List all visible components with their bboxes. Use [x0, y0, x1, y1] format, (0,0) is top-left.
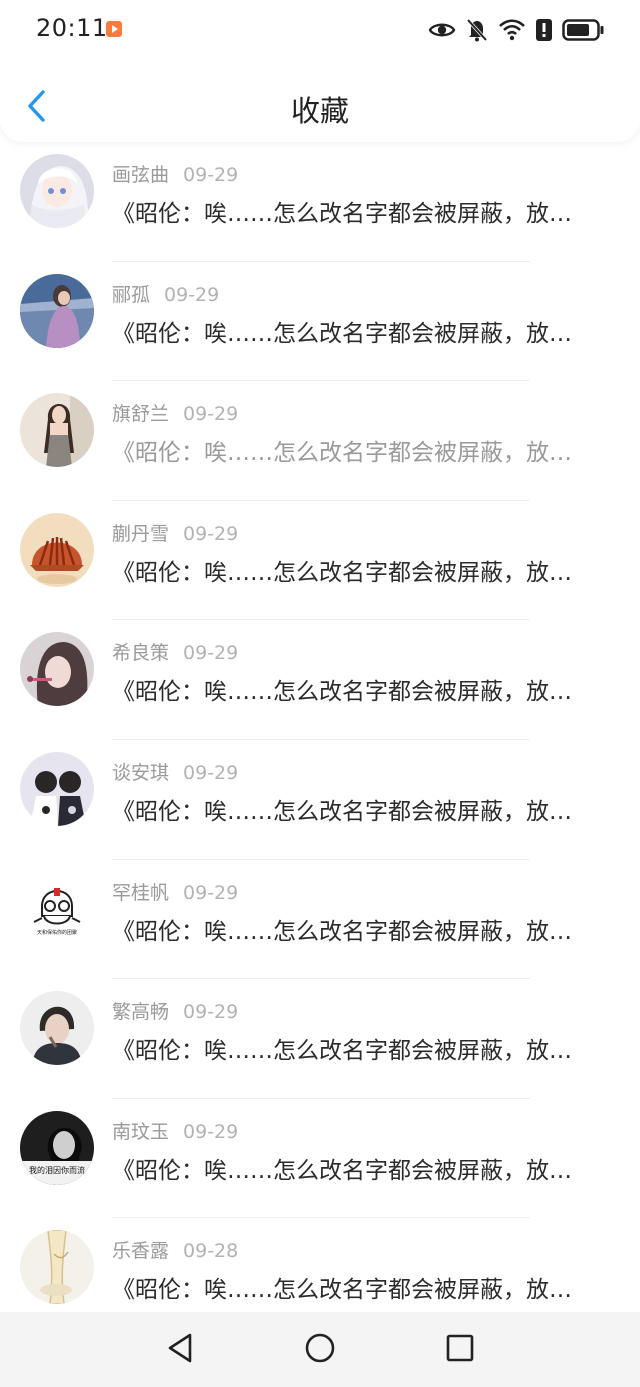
item-date: 09-29 [164, 283, 220, 306]
item-name: 罕桂帆 [112, 881, 170, 904]
wifi-icon [498, 19, 526, 41]
item-meta: 南玟玉 09-29 [112, 1117, 238, 1144]
eye-icon [428, 20, 456, 40]
item-text: 《昭伦：唉……怎么改名字都会被屏蔽，放… [112, 1277, 572, 1304]
list-item[interactable]: 我的泪因你而流 南玟玉 09-29 《昭伦：唉……怎么改名字都会被屏蔽，放… [0, 1099, 640, 1219]
battery-icon [562, 19, 604, 41]
system-recents-button[interactable] [440, 1330, 480, 1370]
item-meta: 画弦曲 09-29 [112, 160, 238, 187]
mute-icon [466, 18, 488, 42]
item-date: 09-29 [183, 761, 239, 784]
top-bar: 20:11 收藏 [0, 0, 640, 142]
status-time: 20:11 [36, 14, 108, 42]
item-meta: 希良策 09-29 [112, 638, 238, 665]
avatar[interactable] [20, 393, 94, 468]
list-item[interactable]: 画弦曲 09-29 《昭伦：唉……怎么改名字都会被屏蔽，放… [0, 142, 640, 262]
list-item[interactable]: 郦孤 09-29 《昭伦：唉……怎么改名字都会被屏蔽，放… [0, 262, 640, 382]
item-text: 《昭伦：唉……怎么改名字都会被屏蔽，放… [112, 559, 572, 586]
avatar[interactable] [20, 632, 94, 707]
list-item[interactable]: 乐香露 09-28 《昭伦：唉……怎么改名字都会被屏蔽，放… [0, 1218, 640, 1312]
status-icons [428, 16, 604, 44]
back-triangle-icon [165, 1332, 195, 1368]
list-item[interactable]: 谈安琪 09-29 《昭伦：唉……怎么改名字都会被屏蔽，放… [0, 740, 640, 860]
item-name: 乐香露 [112, 1240, 170, 1263]
page-title: 收藏 [290, 94, 349, 128]
system-home-button[interactable] [300, 1330, 340, 1370]
avatar-caption: 天和保佑你的团聚 [37, 929, 77, 936]
item-text: 《昭伦：唉……怎么改名字都会被屏蔽，放… [112, 679, 572, 706]
item-text: 《昭伦：唉……怎么改名字都会被屏蔽，放… [112, 1157, 572, 1184]
app-notification-icon [105, 20, 123, 38]
alert-icon [536, 19, 552, 41]
item-name: 画弦曲 [112, 164, 170, 186]
status-bar: 20:11 [0, 0, 640, 60]
item-meta: 旗舒兰 09-29 [112, 399, 238, 426]
avatar-caption: 我的泪因你而流 [29, 1165, 85, 1175]
item-text: 《昭伦：唉……怎么改名字都会被屏蔽，放… [112, 798, 572, 825]
item-date: 09-29 [183, 164, 239, 186]
list-item[interactable]: 天和保佑你的团聚 罕桂帆 09-29 《昭伦：唉……怎么改名字都会被屏蔽，放… [0, 860, 640, 980]
item-date: 09-29 [183, 1001, 239, 1024]
avatar[interactable] [20, 273, 94, 348]
avatar[interactable] [20, 751, 94, 826]
favorites-list: 画弦曲 09-29 《昭伦：唉……怎么改名字都会被屏蔽，放… 郦孤 09-29 《昭… [0, 142, 640, 1312]
item-date: 09-28 [183, 1240, 239, 1263]
item-text: 《昭伦：唉……怎么改名字都会被屏蔽，放… [112, 1038, 572, 1065]
avatar[interactable] [20, 512, 94, 587]
avatar[interactable]: 我的泪因你而流 [20, 1110, 94, 1185]
avatar[interactable] [20, 1230, 94, 1305]
item-name: 蒯丹雪 [112, 522, 170, 545]
list-item[interactable]: 繁高畅 09-29 《昭伦：唉……怎么改名字都会被屏蔽，放… [0, 979, 640, 1099]
item-name: 希良策 [112, 642, 170, 665]
avatar[interactable] [20, 991, 94, 1066]
system-back-button[interactable] [160, 1330, 200, 1370]
item-date: 09-29 [183, 881, 239, 904]
item-date: 09-29 [183, 522, 239, 545]
navigation-bar: 收藏 [0, 78, 640, 138]
list-item[interactable]: 希良策 09-29 《昭伦：唉……怎么改名字都会被屏蔽，放… [0, 620, 640, 740]
item-date: 09-29 [183, 642, 239, 665]
item-name: 郦孤 [112, 283, 151, 306]
avatar[interactable]: 天和保佑你的团聚 [20, 871, 94, 946]
item-meta: 郦孤 09-29 [112, 280, 219, 307]
list-item[interactable]: 蒯丹雪 09-29 《昭伦：唉……怎么改名字都会被屏蔽，放… [0, 501, 640, 621]
item-text: 《昭伦：唉……怎么改名字都会被屏蔽，放… [112, 201, 572, 227]
item-meta: 蒯丹雪 09-29 [112, 519, 238, 546]
item-meta: 乐香露 09-28 [112, 1236, 238, 1263]
avatar[interactable] [20, 154, 94, 228]
item-name: 南玟玉 [112, 1120, 170, 1143]
item-date: 09-29 [183, 1120, 239, 1143]
list-item[interactable]: 旗舒兰 09-29 《昭伦：唉……怎么改名字都会被屏蔽，放… [0, 381, 640, 501]
recents-square-icon [445, 1333, 475, 1367]
item-text: 《昭伦：唉……怎么改名字都会被屏蔽，放… [112, 320, 572, 347]
item-name: 繁高畅 [112, 1001, 170, 1024]
item-text: 《昭伦：唉……怎么改名字都会被屏蔽，放… [112, 918, 572, 945]
item-meta: 谈安琪 09-29 [112, 758, 238, 785]
item-name: 旗舒兰 [112, 403, 170, 426]
home-circle-icon [304, 1332, 336, 1368]
item-meta: 罕桂帆 09-29 [112, 878, 238, 905]
system-navigation-bar [0, 1312, 640, 1387]
item-date: 09-29 [183, 403, 239, 426]
item-meta: 繁高畅 09-29 [112, 997, 238, 1024]
item-name: 谈安琪 [112, 761, 170, 784]
item-text: 《昭伦：唉……怎么改名字都会被屏蔽，放… [112, 440, 572, 467]
